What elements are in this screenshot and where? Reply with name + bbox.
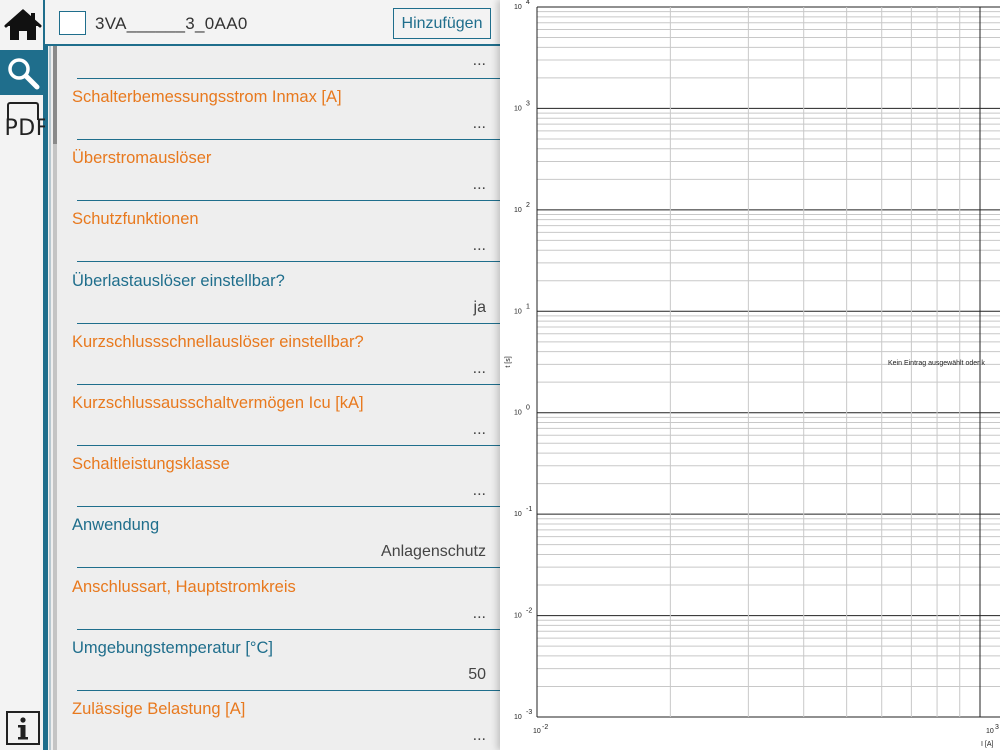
trip-curve-chart: 10 4 10 3 10 2 10 1 10 0 10 -1 10 -2 10 -3 10 -2 10 3 t [s] I…: [500, 0, 1000, 750]
y-tick-label: 10: [514, 105, 522, 112]
property-row[interactable]: Kurzschlussausschaltvermögen Icu [kA]...: [72, 390, 500, 451]
y-tick-exponent: 0: [526, 405, 530, 412]
property-label: Anwendung: [72, 516, 160, 535]
y-tick-exponent: -1: [526, 506, 532, 513]
x-tick-label: 10: [986, 728, 994, 735]
property-label: Schaltleistungsklasse: [72, 455, 230, 474]
property-value: ...: [472, 421, 486, 438]
property-value: 50: [468, 665, 486, 683]
row-divider: [77, 200, 500, 202]
property-value: ...: [472, 52, 486, 69]
property-value: ...: [472, 604, 486, 622]
home-icon: [4, 9, 41, 40]
property-label: Schutzfunktionen: [72, 210, 199, 229]
property-value: Anlagenschutz: [381, 543, 486, 561]
property-label: Anschlussart, Hauptstromkreis: [72, 577, 296, 596]
x-axis-label: I [A]: [981, 741, 994, 748]
row-divider: [77, 139, 500, 140]
property-label: Kurzschlussausschaltvermögen Icu [kA]: [72, 394, 364, 412]
y-tick-exponent: 2: [526, 202, 530, 209]
y-tick-label: 10: [514, 714, 522, 721]
list-accent-bar: [45, 46, 48, 750]
property-row-partial[interactable]: ...: [77, 46, 500, 79]
y-tick-label: 10: [514, 4, 522, 11]
property-value: ...: [472, 115, 486, 132]
search-icon: [7, 57, 39, 89]
y-tick-label: 10: [514, 207, 522, 214]
add-button[interactable]: Hinzufügen: [393, 8, 491, 39]
row-divider: [77, 506, 500, 508]
list-divider: [49, 46, 51, 750]
icon-rail: PDF: [0, 0, 48, 750]
y-tick-exponent: -3: [526, 709, 532, 716]
row-divider: [77, 445, 500, 446]
property-row[interactable]: Überstromauslöser...: [72, 145, 500, 206]
property-value: ...: [472, 359, 486, 377]
property-label: Umgebungstemperatur [°C]: [72, 638, 274, 657]
row-divider: [77, 322, 500, 324]
info-icon: [5, 710, 40, 745]
property-label: Überstromauslöser: [72, 149, 212, 168]
property-row[interactable]: Schaltleistungsklasse...: [72, 451, 500, 512]
select-checkbox[interactable]: [59, 11, 86, 35]
scrollbar-thumb[interactable]: [53, 46, 57, 144]
property-row[interactable]: Anschlussart, Hauptstromkreis...: [72, 574, 500, 635]
property-row[interactable]: Zulässige Belastung [A]...: [72, 696, 500, 750]
y-tick-exponent: 4: [526, 0, 530, 6]
property-label: Überlastauslöser einstellbar?: [72, 271, 285, 290]
pdf-button[interactable]: PDF: [0, 100, 48, 144]
property-row[interactable]: Umgebungstemperatur [°C] 50: [72, 635, 500, 696]
property-row[interactable]: Anwendung Anlagenschutz: [72, 512, 500, 573]
row-divider: [77, 261, 500, 263]
y-tick-exponent: 3: [526, 100, 530, 107]
property-list[interactable]: ... Schalterbemessungsstrom Inmax [A]...…: [45, 46, 500, 750]
x-tick-exponent: -2: [542, 724, 548, 731]
home-button[interactable]: [0, 2, 45, 47]
y-tick-label: 10: [514, 308, 522, 315]
property-value: ...: [472, 176, 486, 194]
y-axis-label: t [s]: [505, 356, 512, 367]
product-header: 3VA______3_0AA0 Hinzufügen: [45, 0, 500, 46]
y-tick-exponent: 1: [526, 303, 530, 310]
property-label: Kurzschlussschnellauslöser einstellbar?: [72, 332, 364, 351]
row-divider: [77, 567, 500, 569]
property-label: Zulässige Belastung [A]: [72, 700, 246, 718]
property-row[interactable]: Schutzfunktionen...: [72, 206, 500, 267]
y-tick-exponent: -2: [526, 608, 532, 615]
property-label: Schalterbemessungsstrom Inmax [A]: [72, 88, 342, 106]
property-row[interactable]: Schalterbemessungsstrom Inmax [A]...: [72, 84, 500, 145]
x-tick-exponent: 3: [995, 724, 999, 731]
scrollbar-track[interactable]: [53, 46, 57, 750]
x-tick-label: 10: [533, 728, 541, 735]
row-divider: [77, 383, 500, 385]
y-tick-label: 10: [514, 410, 522, 417]
y-tick-label: 10: [514, 613, 522, 620]
property-row[interactable]: Überlastauslöser einstellbar? ja: [72, 268, 500, 329]
chart-annotation: Kein Eintrag ausgewählt oder k: [888, 360, 985, 367]
property-row[interactable]: Kurzschlussschnellauslöser einstellbar?.…: [72, 329, 500, 390]
property-value: ...: [472, 237, 486, 255]
property-value: ...: [472, 727, 486, 744]
row-divider: [77, 689, 500, 691]
search-button[interactable]: [0, 50, 45, 95]
pdf-label: PDF: [4, 116, 49, 141]
y-tick-label: 10: [514, 511, 522, 518]
info-button[interactable]: [0, 705, 45, 750]
property-value: ...: [472, 482, 486, 500]
pdf-icon: PDF: [4, 102, 48, 142]
chart-svg: 10410310210110010-110-210-310-2103t [s]I…: [505, 0, 1000, 748]
property-value: ja: [473, 298, 486, 316]
row-divider: [77, 628, 500, 630]
product-code: 3VA______3_0AA0: [95, 14, 248, 33]
